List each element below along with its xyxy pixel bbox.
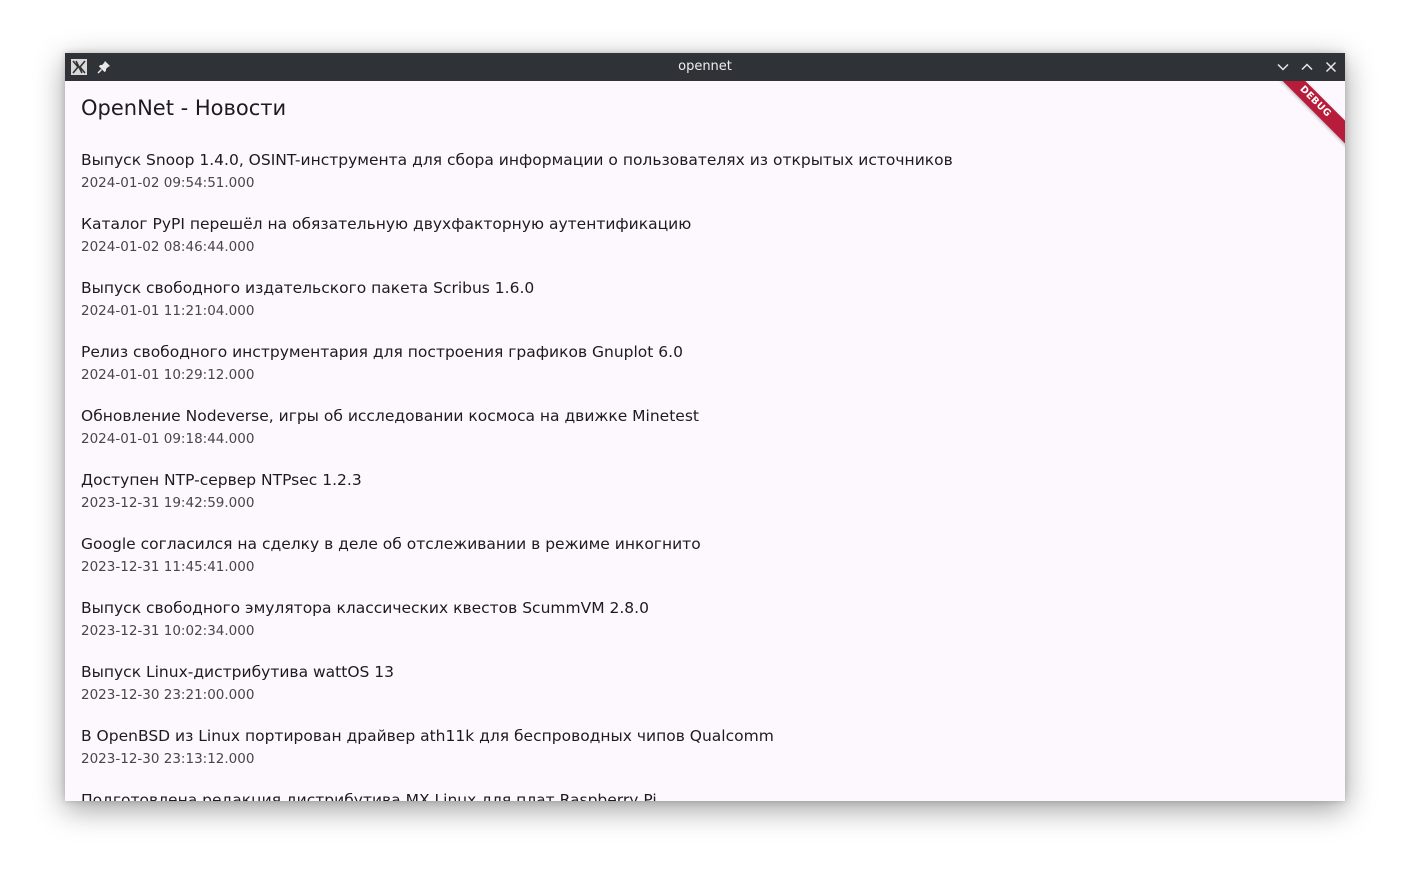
window-title: opennet <box>678 59 732 74</box>
news-date: 2024-01-02 09:54:51.000 <box>81 175 255 191</box>
news-title: Подготовлена редакция дистрибутива MX Li… <box>81 791 657 801</box>
app-window: opennet OpenNet - Новости Выпуск Snoop 1… <box>65 53 1345 801</box>
list-item[interactable]: Google согласился на сделку в деле об от… <box>65 529 1345 593</box>
news-title: Google согласился на сделку в деле об от… <box>81 535 701 553</box>
page-title: OpenNet - Новости <box>81 96 287 120</box>
list-item[interactable]: Релиз свободного инструментария для пост… <box>65 337 1345 401</box>
window-titlebar[interactable]: opennet <box>65 53 1345 81</box>
news-date: 2024-01-01 09:18:44.000 <box>81 431 255 447</box>
list-item[interactable]: Каталог PyPI перешёл на обязательную дву… <box>65 209 1345 273</box>
debug-banner: DEBUG <box>1268 81 1345 149</box>
news-date: 2024-01-01 10:29:12.000 <box>81 367 255 383</box>
news-date: 2023-12-31 11:45:41.000 <box>81 559 255 575</box>
news-date: 2023-12-31 10:02:34.000 <box>81 623 255 639</box>
news-date: 2024-01-02 08:46:44.000 <box>81 239 255 255</box>
list-item[interactable]: Обновление Nodeverse, игры об исследован… <box>65 401 1345 465</box>
app-content[interactable]: OpenNet - Новости Выпуск Snoop 1.4.0, OS… <box>65 81 1345 801</box>
chevron-up-icon <box>1301 63 1313 71</box>
list-item[interactable]: Выпуск свободного эмулятора классических… <box>65 593 1345 657</box>
news-date: 2023-12-30 23:13:12.000 <box>81 751 255 767</box>
list-item[interactable]: Выпуск Snoop 1.4.0, OSINT-инструмента дл… <box>65 145 1345 209</box>
news-date: 2024-01-01 11:21:04.000 <box>81 303 255 319</box>
news-title: Выпуск Linux-дистрибутива wattOS 13 <box>81 663 395 681</box>
close-button[interactable] <box>1323 59 1339 75</box>
list-item[interactable]: Выпуск свободного издательского пакета S… <box>65 273 1345 337</box>
news-date: 2023-12-30 23:21:00.000 <box>81 687 255 703</box>
news-title: Выпуск свободного издательского пакета S… <box>81 279 535 297</box>
maximize-button[interactable] <box>1299 59 1315 75</box>
list-item[interactable]: В OpenBSD из Linux портирован драйвер at… <box>65 721 1345 785</box>
close-icon <box>1325 61 1337 73</box>
news-list[interactable]: Выпуск Snoop 1.4.0, OSINT-инструмента дл… <box>65 145 1345 801</box>
news-date: 2023-12-31 19:42:59.000 <box>81 495 255 511</box>
list-item[interactable]: Выпуск Linux-дистрибутива wattOS 13 2023… <box>65 657 1345 721</box>
news-title: Выпуск свободного эмулятора классических… <box>81 599 649 617</box>
list-item[interactable]: Подготовлена редакция дистрибутива MX Li… <box>65 785 1345 801</box>
news-title: Доступен NTP-сервер NTPsec 1.2.3 <box>81 471 362 489</box>
list-item[interactable]: Доступен NTP-сервер NTPsec 1.2.3 2023-12… <box>65 465 1345 529</box>
minimize-button[interactable] <box>1275 59 1291 75</box>
news-title: Обновление Nodeverse, игры об исследован… <box>81 407 699 425</box>
chevron-down-icon <box>1277 63 1289 71</box>
news-title: Выпуск Snoop 1.4.0, OSINT-инструмента дл… <box>81 151 953 169</box>
news-title: В OpenBSD из Linux портирован драйвер at… <box>81 727 774 745</box>
news-title: Релиз свободного инструментария для пост… <box>81 343 683 361</box>
news-title: Каталог PyPI перешёл на обязательную дву… <box>81 215 692 233</box>
